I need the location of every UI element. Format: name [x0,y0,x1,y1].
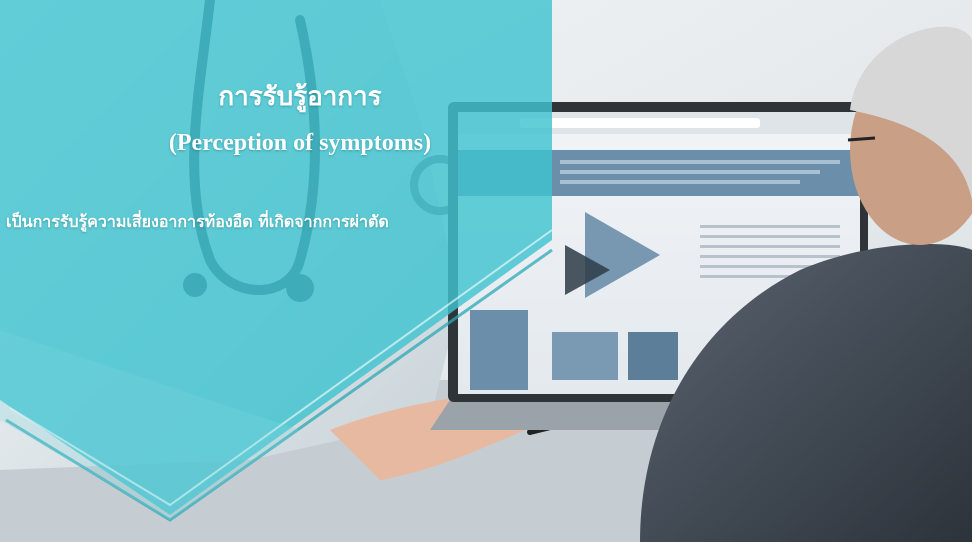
slide: การรับรู้อาการ (Perception of symptoms) … [0,0,972,542]
slide-text-block: การรับรู้อาการ (Perception of symptoms) … [0,0,560,300]
slide-title-english: (Perception of symptoms) [168,130,432,156]
slide-body-text: เป็นการรับรู้ความเสี่ยงอาการท้องอืด ที่เ… [6,212,389,231]
slide-title-thai: การรับรู้อาการ [218,82,382,112]
